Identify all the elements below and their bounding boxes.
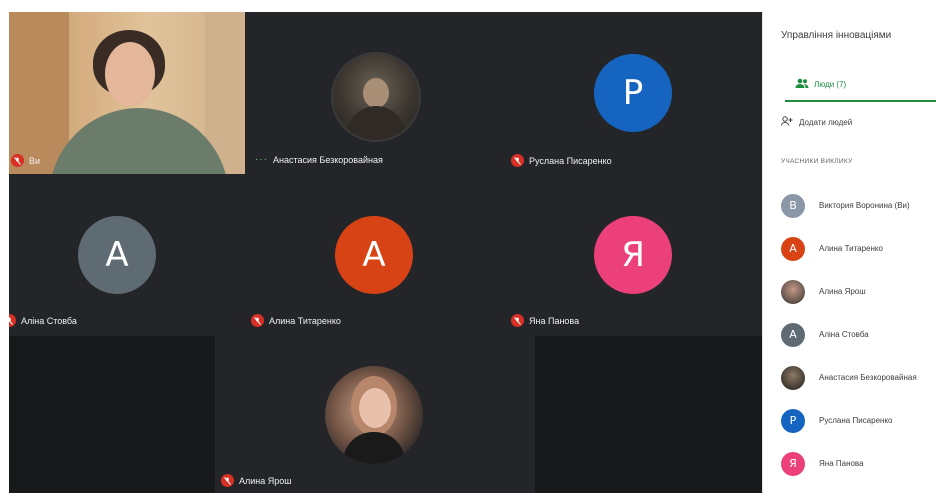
- meeting-title: Управління інноваціями: [781, 30, 892, 41]
- participant-photo: [331, 52, 421, 142]
- avatar: Р: [781, 408, 805, 433]
- add-person-icon: [781, 116, 793, 128]
- participant-video-face: [105, 42, 155, 106]
- avatar: [781, 365, 805, 390]
- tab-people[interactable]: Люди (7): [795, 78, 846, 90]
- people-icon: [795, 78, 809, 90]
- list-item[interactable]: Р Руслана Писаренко: [781, 399, 936, 442]
- empty-tile: [535, 336, 762, 493]
- participant-avatar: Р: [594, 54, 672, 132]
- list-item[interactable]: Я Яна Панова: [781, 442, 936, 485]
- participant-name-label: Руслана Писаренко: [511, 154, 612, 167]
- frame-edge: [0, 0, 9, 493]
- list-item[interactable]: Алина Ярош: [781, 270, 936, 313]
- participant-avatar: А: [78, 216, 156, 294]
- participant-name-label: Аліна Стовба: [3, 314, 77, 327]
- participant-tile[interactable]: А Аліна Стовба: [3, 174, 245, 336]
- avatar: [781, 279, 805, 304]
- participant-tile[interactable]: ··· Анастасия Безкоровайная: [245, 12, 515, 174]
- participant-name-label: Алина Ярош: [221, 474, 292, 487]
- participant-video-body: [49, 108, 229, 174]
- video-background: [9, 12, 69, 174]
- participant-name-label: Алина Титаренко: [251, 314, 341, 327]
- avatar: Я: [781, 451, 805, 476]
- add-people-button[interactable]: Додати людей: [781, 116, 852, 128]
- participant-avatar: А: [335, 216, 413, 294]
- mic-off-icon: [511, 314, 524, 327]
- section-heading: УЧАСНИКИ ВИКЛИКУ: [781, 158, 853, 165]
- self-video-tile[interactable]: Ви: [9, 12, 245, 174]
- self-label: Ви: [29, 155, 41, 166]
- participant-photo: [325, 366, 423, 464]
- list-item[interactable]: В Виктория Воронина (Ви): [781, 184, 936, 227]
- frame-edge: [0, 0, 762, 12]
- participant-name-label: ··· Анастасия Безкоровайная: [255, 154, 383, 165]
- mic-off-icon: [251, 314, 264, 327]
- participant-avatar: Я: [594, 216, 672, 294]
- video-grid: Ви ··· Анастасия Безкоровайная Р Руслана…: [0, 0, 762, 493]
- speaking-indicator-icon: ···: [255, 154, 268, 165]
- mic-off-icon: [221, 474, 234, 487]
- avatar: А: [781, 236, 805, 261]
- tab-indicator: [785, 100, 936, 102]
- list-item[interactable]: Анастасия Безкоровайная: [781, 356, 936, 399]
- mic-off-icon: [511, 154, 524, 167]
- list-item[interactable]: А Аліна Стовба: [781, 313, 936, 356]
- empty-tile: [9, 336, 215, 493]
- participant-tile[interactable]: А Алина Титаренко: [245, 174, 515, 336]
- participant-tile[interactable]: Алина Ярош: [215, 336, 535, 493]
- participant-tile[interactable]: Я Яна Панова: [511, 174, 762, 336]
- participant-name-label: Яна Панова: [511, 314, 579, 327]
- avatar: А: [781, 322, 805, 347]
- avatar: В: [781, 193, 805, 218]
- people-panel: Управління інноваціями Люди (7) Додати л…: [762, 12, 936, 493]
- mic-off-icon: [11, 154, 24, 167]
- list-item[interactable]: А Алина Титаренко: [781, 227, 936, 270]
- participant-tile[interactable]: Р Руслана Писаренко: [511, 12, 762, 174]
- self-name-label: Ви: [11, 154, 40, 167]
- people-list: В Виктория Воронина (Ви) А Алина Титарен…: [781, 184, 936, 485]
